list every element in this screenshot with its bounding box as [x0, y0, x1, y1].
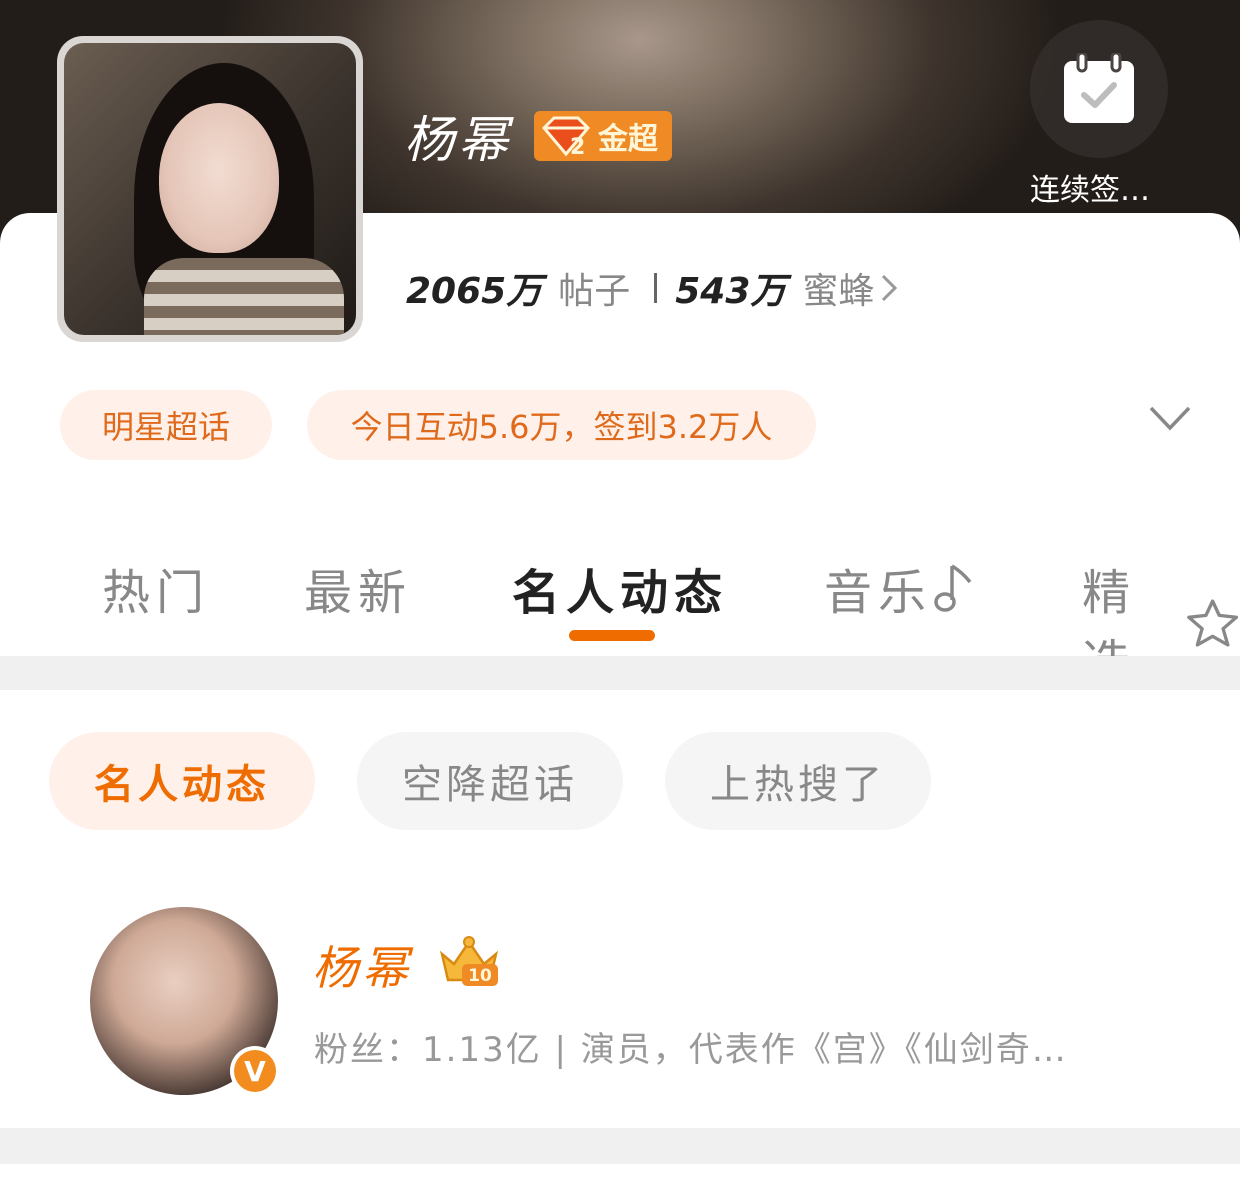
- chip-trending[interactable]: 上热搜了: [665, 732, 931, 830]
- chip-airdrop[interactable]: 空降超话: [357, 732, 623, 830]
- badge-level-text: 2: [570, 135, 585, 158]
- chevron-right-icon: [882, 274, 898, 302]
- tab-hot[interactable]: 热门: [102, 553, 210, 623]
- section-divider-bottom: [0, 1128, 1240, 1164]
- stats-divider: [654, 273, 658, 303]
- section-divider: [0, 656, 1240, 690]
- tab-label: 最新: [304, 565, 413, 621]
- post-author-description: 粉丝：1.13亿 | 演员，代表作《宫》《仙剑奇…: [314, 1030, 1068, 1070]
- community-avatar[interactable]: [57, 36, 363, 342]
- avatar-image: [64, 43, 356, 335]
- fans-count: 543万: [675, 271, 787, 312]
- chip-celebrity-news[interactable]: 名人动态: [49, 732, 315, 830]
- post-author-name[interactable]: 杨幂: [312, 932, 412, 998]
- music-note-icon: [934, 564, 972, 612]
- posts-label: 帖子: [558, 271, 631, 312]
- posts-count: 2065万: [406, 271, 543, 312]
- tab-label: 名人动态: [512, 565, 729, 621]
- activity-pill[interactable]: 今日互动5.6万，签到3.2万人: [307, 390, 816, 460]
- fans-label: 蜜蜂: [802, 271, 875, 312]
- active-tab-indicator: [569, 630, 655, 641]
- page-title: 杨幂: [404, 111, 512, 169]
- tab-celebrity-news[interactable]: 名人动态: [512, 553, 728, 623]
- stats-row[interactable]: 2065万 帖子 543万 蜜蜂: [406, 262, 898, 314]
- chevron-down-icon[interactable]: [1148, 403, 1192, 433]
- tab-label: 热门: [102, 565, 211, 621]
- crown-icon: 10: [439, 936, 499, 986]
- badge-label: 金超: [598, 122, 658, 157]
- category-pill[interactable]: 明星超话: [60, 390, 272, 460]
- verified-mark: V: [234, 1050, 276, 1092]
- star-icon: [1186, 599, 1238, 647]
- tab-music[interactable]: 音乐: [824, 553, 974, 623]
- tab-latest[interactable]: 最新: [304, 553, 412, 623]
- title-row: 杨幂 2 金超: [404, 100, 672, 172]
- diamond-icon: 2: [541, 116, 591, 158]
- checkin-label[interactable]: 连续签…: [1030, 165, 1180, 209]
- checkin-button[interactable]: [1030, 20, 1168, 158]
- tab-label: 音乐: [824, 565, 933, 621]
- verified-icon: V: [230, 1046, 280, 1096]
- crown-level-text: 10: [468, 966, 492, 986]
- calendar-check-icon: [1064, 53, 1134, 123]
- level-badge[interactable]: 2 金超: [534, 111, 672, 161]
